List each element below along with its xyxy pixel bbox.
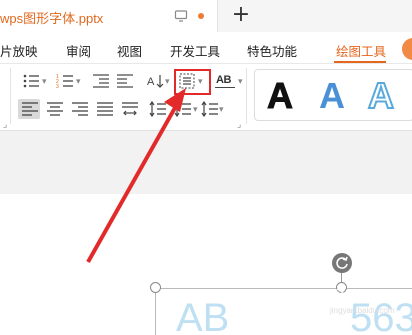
menu-developer-tools[interactable]: 开发工具 xyxy=(170,41,220,60)
wordart-style-blue[interactable]: A xyxy=(319,76,345,116)
vertical-spacing-icon[interactable] xyxy=(201,101,219,117)
text-box-label: AB xyxy=(216,74,231,86)
dropdown-arrow-icon[interactable]: ▾ xyxy=(76,76,81,87)
new-tab-button[interactable]: + xyxy=(230,3,252,27)
decrease-indent-icon[interactable] xyxy=(92,73,110,89)
svg-text:3: 3 xyxy=(56,84,59,89)
document-tab[interactable]: wps图形字体.pptx xyxy=(0,0,218,32)
unsaved-dot-icon xyxy=(198,13,204,19)
menu-special-features[interactable]: 特色功能 xyxy=(247,41,297,60)
ribbon-separator xyxy=(10,68,11,124)
bullet-list-icon[interactable] xyxy=(22,73,40,89)
resize-handle-top-left[interactable] xyxy=(150,282,161,293)
monitor-icon[interactable] xyxy=(174,9,188,23)
dropdown-arrow-icon[interactable]: ▾ xyxy=(219,104,224,115)
menu-review[interactable]: 审阅 xyxy=(66,41,91,60)
text-direction-icon[interactable]: A xyxy=(147,73,165,89)
slide-text-right[interactable]: 563 xyxy=(350,296,412,335)
rotate-handle[interactable] xyxy=(332,253,352,273)
paragraph-spacing-icon[interactable] xyxy=(174,101,192,117)
distribute-text-icon[interactable] xyxy=(121,101,139,117)
active-tab-underline xyxy=(334,61,386,63)
wordart-style-outline[interactable]: A xyxy=(367,75,395,117)
wordart-style-black[interactable]: A xyxy=(267,75,294,116)
increase-indent-icon[interactable] xyxy=(116,73,134,89)
tab-bar: wps图形字体.pptx + xyxy=(0,0,412,32)
justify-icon[interactable] xyxy=(96,101,114,117)
svg-text:A: A xyxy=(147,76,155,88)
numbered-list-icon[interactable]: 123 xyxy=(56,73,74,89)
watermark-brand: Baidu经验 xyxy=(300,288,359,302)
menu-drawing-tools[interactable]: 绘图工具 xyxy=(336,41,386,60)
dialog-launcher-icon[interactable]: ⌟ xyxy=(3,119,7,130)
menu-view[interactable]: 视图 xyxy=(117,41,142,60)
dropdown-arrow-icon[interactable]: ▾ xyxy=(165,76,170,87)
ribbon-separator xyxy=(246,68,247,124)
dialog-launcher-icon[interactable]: ⌟ xyxy=(237,119,241,130)
dropdown-arrow-icon[interactable]: ▾ xyxy=(42,76,47,87)
watermark-url: jingyan.baidu.com xyxy=(330,306,395,315)
align-left-icon[interactable] xyxy=(21,101,39,117)
dropdown-arrow-icon[interactable]: ▾ xyxy=(193,104,198,115)
line-spacing-icon[interactable] xyxy=(149,101,167,117)
menu-slideshow[interactable]: 片放映 xyxy=(0,41,38,60)
ribbon-bottom-area xyxy=(0,130,412,194)
align-center-icon[interactable] xyxy=(46,101,64,117)
text-box-button[interactable]: AB xyxy=(214,73,240,89)
menu-bar: 片放映 审阅 视图 开发工具 特色功能 绘图工具 xyxy=(0,32,412,64)
underline-icon xyxy=(215,87,235,88)
annotation-highlight-box xyxy=(174,69,211,95)
dropdown-arrow-icon[interactable]: ▾ xyxy=(238,76,243,87)
wordart-styles-panel: A A A xyxy=(254,69,412,121)
slide-text-left[interactable]: AB xyxy=(176,296,229,335)
document-title: wps图形字体.pptx xyxy=(0,11,104,26)
rotate-icon xyxy=(336,256,348,269)
align-right-icon[interactable] xyxy=(71,101,89,117)
